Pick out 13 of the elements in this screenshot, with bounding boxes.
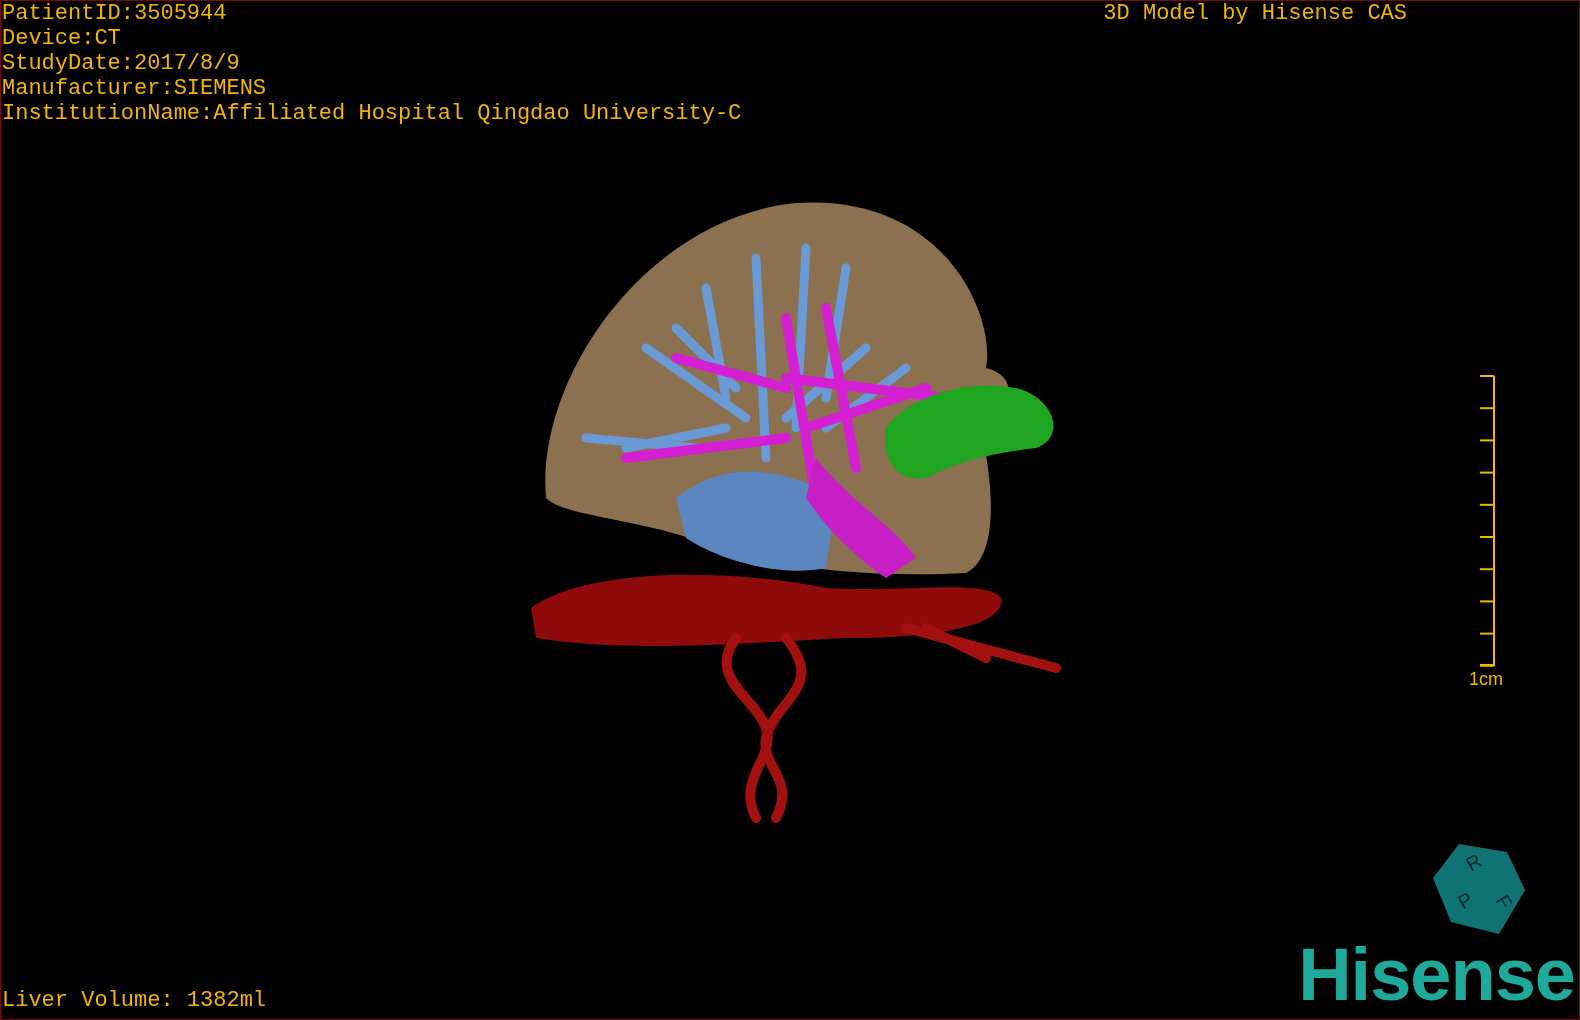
liver-volume-text: Liver Volume: 1382ml (1, 988, 267, 1015)
cube-face-label: R (1462, 849, 1486, 876)
viewer-title: 3D Model by Hisense CAS (1103, 1, 1407, 28)
orientation-cube-icon[interactable] (1433, 844, 1525, 934)
study-info-text: InstitutionName:Affiliated Hospital Qingdao University-C (2, 101, 742, 126)
cube-face-label: P (1454, 887, 1477, 914)
study-info-text: Manufacturer:SIEMENS (2, 76, 268, 101)
scale-label: 1cm (1469, 668, 1503, 690)
study-info-text: PatientID:3505944 (2, 1, 228, 26)
cube-face-label: F (1491, 891, 1517, 913)
study-info-text: StudyDate:2017/8/9 (2, 51, 241, 76)
study-info-text: Device:CT (2, 26, 122, 51)
logo-text: Hisense (1298, 938, 1575, 1012)
